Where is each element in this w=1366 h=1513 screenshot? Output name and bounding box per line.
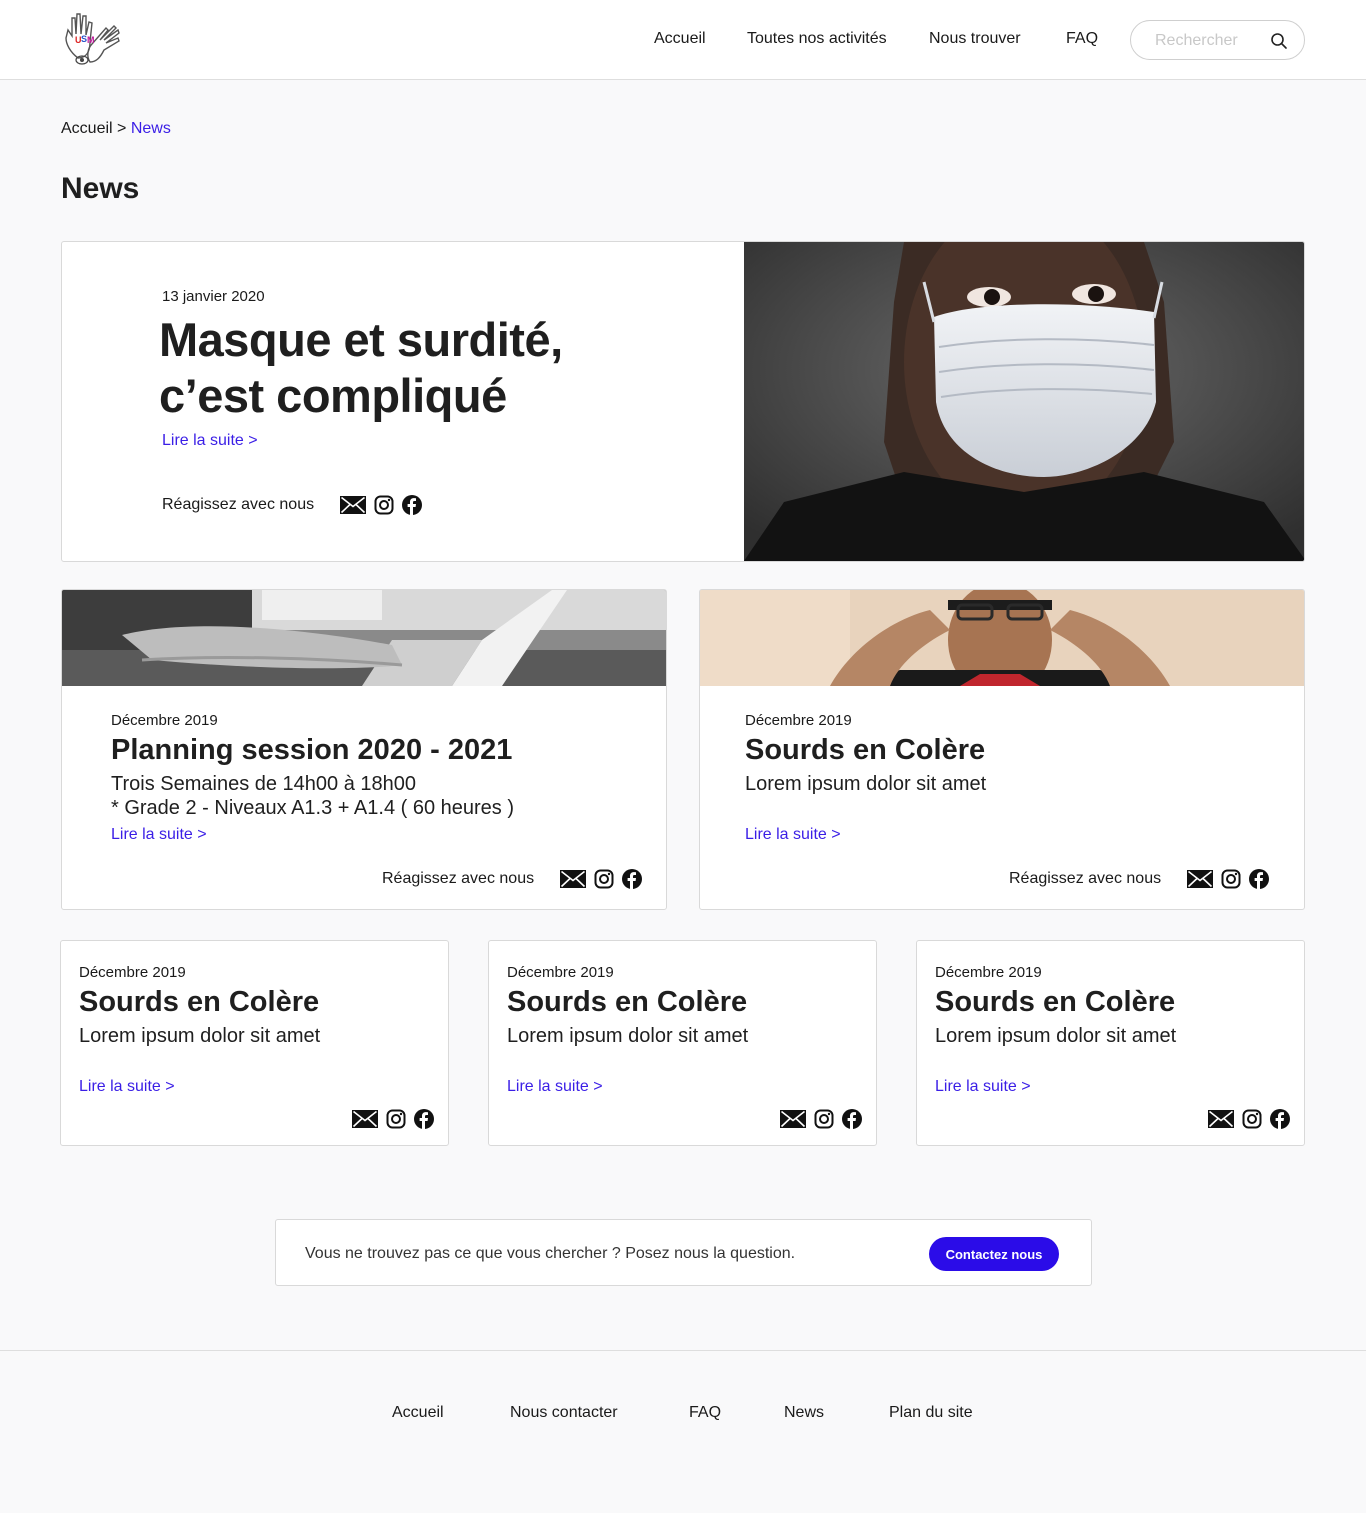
share-icons	[560, 868, 642, 890]
instagram-icon[interactable]	[1242, 1109, 1262, 1129]
news-date: Décembre 2019	[935, 964, 1042, 981]
news-title[interactable]: Sourds en Colère	[507, 986, 747, 1019]
hands-logo-icon[interactable]: U S M	[60, 8, 124, 72]
read-more-link[interactable]: Lire la suite >	[745, 826, 841, 844]
news-date: 13 janvier 2020	[162, 288, 265, 305]
news-card-small: Décembre 2019 Sourds en Colère Lorem ips…	[488, 940, 877, 1146]
breadcrumb-home[interactable]: Accueil	[61, 120, 113, 137]
news-title[interactable]: Sourds en Colère	[79, 986, 319, 1019]
featured-title-line1: Masque et surdité,	[159, 313, 563, 366]
react-label: Réagissez avec nous	[382, 870, 535, 887]
news-subtitle: Trois Semaines de 14h00 à 18h00	[111, 773, 417, 795]
mail-icon[interactable]	[352, 1110, 378, 1128]
react-label: Réagissez avec nous	[1009, 870, 1162, 887]
news-subtitle: Lorem ipsum dolor sit amet	[745, 773, 987, 795]
site-footer: Accueil Nous contacter FAQ News Plan du …	[0, 1350, 1366, 1513]
news-card-small: Décembre 2019 Sourds en Colère Lorem ips…	[60, 940, 449, 1146]
news-title[interactable]: Planning session 2020 - 2021	[111, 734, 512, 767]
footer-link-faq[interactable]: FAQ	[689, 1404, 721, 1422]
mail-icon[interactable]	[1187, 870, 1213, 888]
contact-banner: Vous ne trouvez pas ce que vous chercher…	[275, 1219, 1092, 1286]
man-signing-photo[interactable]	[700, 590, 1304, 686]
react-label: Réagissez avec nous	[162, 496, 315, 513]
instagram-icon[interactable]	[594, 869, 614, 889]
featured-news-card: 13 janvier 2020 Masque et surdité, c’est…	[61, 241, 1305, 562]
facebook-icon[interactable]	[1270, 1109, 1290, 1129]
news-subtitle: Lorem ipsum dolor sit amet	[935, 1025, 1177, 1047]
news-card-planning: Décembre 2019 Planning session 2020 - 20…	[61, 589, 667, 910]
news-card-sourds-en-colere: Décembre 2019 Sourds en Colère Lorem ips…	[699, 589, 1305, 910]
instagram-icon[interactable]	[1221, 869, 1241, 889]
mail-icon[interactable]	[1208, 1110, 1234, 1128]
footer-link-plan-du-site[interactable]: Plan du site	[889, 1404, 973, 1422]
breadcrumb-current: News	[130, 120, 171, 137]
footer-link-news[interactable]: News	[784, 1404, 824, 1422]
footer-link-accueil[interactable]: Accueil	[392, 1404, 444, 1422]
site-header: U S M Accueil Toutes nos activités Nous …	[0, 0, 1366, 80]
news-title[interactable]: Sourds en Colère	[745, 734, 985, 767]
read-more-link[interactable]: Lire la suite >	[79, 1078, 175, 1096]
facebook-icon[interactable]	[402, 495, 422, 515]
svg-text:M: M	[87, 35, 95, 45]
share-icons	[1208, 1108, 1290, 1130]
instagram-icon[interactable]	[374, 495, 394, 515]
nav-activites[interactable]: Toutes nos activités	[747, 30, 887, 48]
share-icons	[1187, 868, 1269, 890]
nav-nous-trouver[interactable]: Nous trouver	[929, 30, 1021, 48]
instagram-icon[interactable]	[386, 1109, 406, 1129]
news-date: Décembre 2019	[745, 712, 852, 729]
read-more-link[interactable]: Lire la suite >	[935, 1078, 1031, 1096]
facebook-icon[interactable]	[1249, 869, 1269, 889]
search-input[interactable]	[1155, 31, 1267, 51]
featured-title[interactable]: Masque et surdité, c’est compliqué	[159, 312, 563, 424]
read-more-link[interactable]: Lire la suite >	[507, 1078, 603, 1096]
news-subtitle-2: * Grade 2 - Niveaux A1.3 + A1.4 ( 60 heu…	[111, 797, 515, 819]
breadcrumb: Accueil > News	[61, 120, 171, 138]
mail-icon[interactable]	[560, 870, 586, 888]
contact-text: Vous ne trouvez pas ce que vous chercher…	[305, 1245, 796, 1262]
featured-title-line2: c’est compliqué	[159, 369, 507, 422]
share-icons	[352, 1108, 434, 1130]
news-date: Décembre 2019	[507, 964, 614, 981]
breadcrumb-separator: >	[117, 120, 127, 137]
woman-wearing-surgical-mask-photo[interactable]	[744, 242, 1305, 561]
page-title: News	[61, 172, 140, 205]
search-icon[interactable]	[1269, 31, 1289, 51]
footer-link-contact[interactable]: Nous contacter	[510, 1404, 618, 1422]
news-date: Décembre 2019	[111, 712, 218, 729]
nav-accueil[interactable]: Accueil	[654, 30, 706, 48]
nav-faq[interactable]: FAQ	[1066, 30, 1098, 48]
hands-typing-laptop-photo[interactable]	[62, 590, 666, 686]
news-date: Décembre 2019	[79, 964, 186, 981]
search-box	[1130, 20, 1305, 60]
facebook-icon[interactable]	[842, 1109, 862, 1129]
news-subtitle: Lorem ipsum dolor sit amet	[507, 1025, 749, 1047]
facebook-icon[interactable]	[622, 869, 642, 889]
read-more-link[interactable]: Lire la suite >	[162, 432, 258, 450]
news-subtitle: Lorem ipsum dolor sit amet	[79, 1025, 321, 1047]
read-more-link[interactable]: Lire la suite >	[111, 826, 207, 844]
news-title[interactable]: Sourds en Colère	[935, 986, 1175, 1019]
contact-button[interactable]: Contactez nous	[929, 1237, 1059, 1271]
news-card-small: Décembre 2019 Sourds en Colère Lorem ips…	[916, 940, 1305, 1146]
mail-icon[interactable]	[340, 496, 366, 514]
share-icons	[340, 494, 422, 516]
instagram-icon[interactable]	[814, 1109, 834, 1129]
facebook-icon[interactable]	[414, 1109, 434, 1129]
mail-icon[interactable]	[780, 1110, 806, 1128]
share-icons	[780, 1108, 862, 1130]
